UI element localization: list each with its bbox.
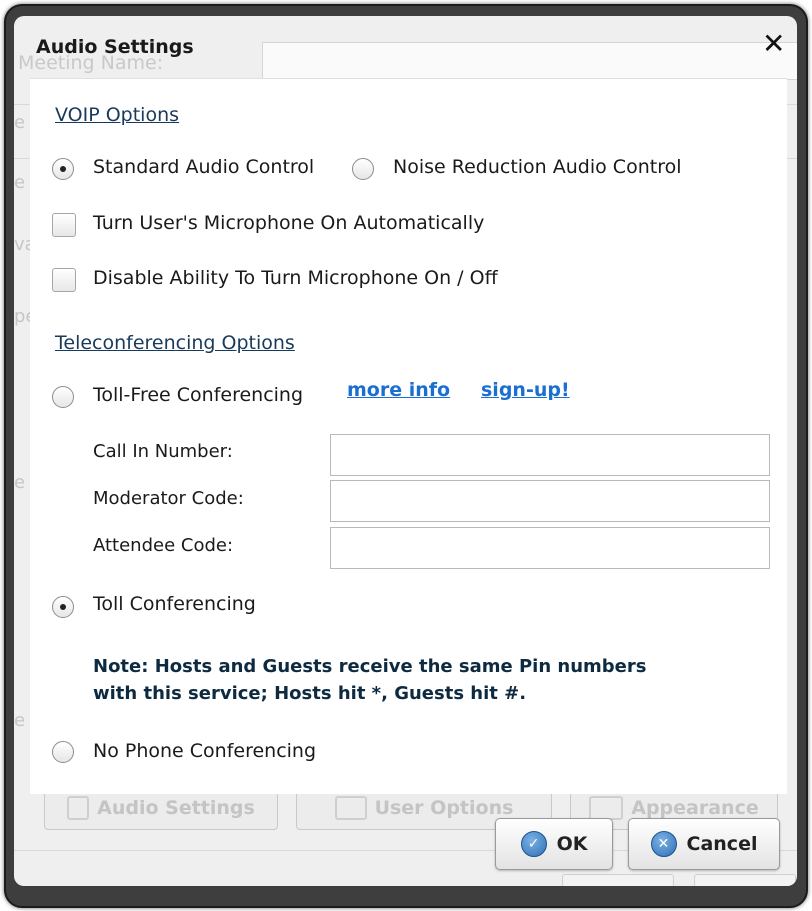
- teleconferencing-heading: Teleconferencing Options: [55, 332, 295, 354]
- close-icon[interactable]: ✕: [762, 30, 785, 58]
- bg-fragment: e: [14, 472, 26, 493]
- toll-free-label: Toll-Free Conferencing: [93, 384, 304, 406]
- cancel-icon: ✕: [650, 831, 677, 857]
- cancel-label: Cancel: [686, 833, 758, 855]
- bg-meeting-name-input: [262, 42, 797, 80]
- pin-note-line: with this service; Hosts hit *, Guests h…: [93, 683, 527, 704]
- disable-mic-label: Disable Ability To Turn Microphone On / …: [93, 267, 498, 289]
- sign-up-link[interactable]: sign-up!: [481, 379, 570, 401]
- bg-box: [562, 874, 674, 886]
- bg-fragment: e: [14, 710, 26, 731]
- call-in-number-input[interactable]: [330, 434, 770, 476]
- checkbox-disable-mic[interactable]: [52, 268, 76, 292]
- noise-reduction-label: Noise Reduction Audio Control: [393, 156, 682, 178]
- mic-auto-label: Turn User's Microphone On Automatically: [93, 212, 485, 234]
- radio-no-phone[interactable]: [52, 741, 74, 763]
- radio-toll-conferencing[interactable]: [52, 596, 74, 618]
- microphone-icon: [67, 796, 90, 820]
- radio-toll-free[interactable]: [52, 386, 74, 408]
- ok-label: OK: [556, 833, 588, 855]
- users-icon: [334, 796, 367, 820]
- attendee-code-label: Attendee Code:: [93, 535, 234, 556]
- attendee-code-input[interactable]: [330, 527, 770, 569]
- bg-fragment: e: [14, 112, 26, 133]
- radio-noise-reduction[interactable]: [352, 158, 374, 180]
- check-icon: ✓: [520, 831, 547, 857]
- moderator-code-label: Moderator Code:: [93, 488, 244, 509]
- pin-note-line: Note: Hosts and Guests receive the same …: [93, 656, 647, 677]
- checkbox-mic-auto[interactable]: [52, 213, 76, 237]
- no-phone-label: No Phone Conferencing: [93, 740, 317, 762]
- appearance-icon: [589, 796, 624, 820]
- radio-standard-audio[interactable]: [52, 158, 74, 180]
- call-in-number-label: Call In Number:: [93, 441, 233, 462]
- standard-audio-label: Standard Audio Control: [93, 156, 315, 178]
- bg-fragment: e: [14, 172, 26, 193]
- pin-note: Note: Hosts and Guests receive the same …: [93, 653, 753, 707]
- toll-conferencing-label: Toll Conferencing: [93, 593, 256, 615]
- voip-options-heading: VOIP Options: [55, 104, 180, 126]
- bg-box: [694, 874, 796, 886]
- moderator-code-input[interactable]: [330, 480, 770, 522]
- dialog-title: Audio Settings: [36, 36, 194, 58]
- cancel-button[interactable]: ✕ Cancel: [628, 818, 780, 870]
- ok-button[interactable]: ✓ OK: [495, 818, 613, 870]
- more-info-link[interactable]: more info: [347, 379, 450, 401]
